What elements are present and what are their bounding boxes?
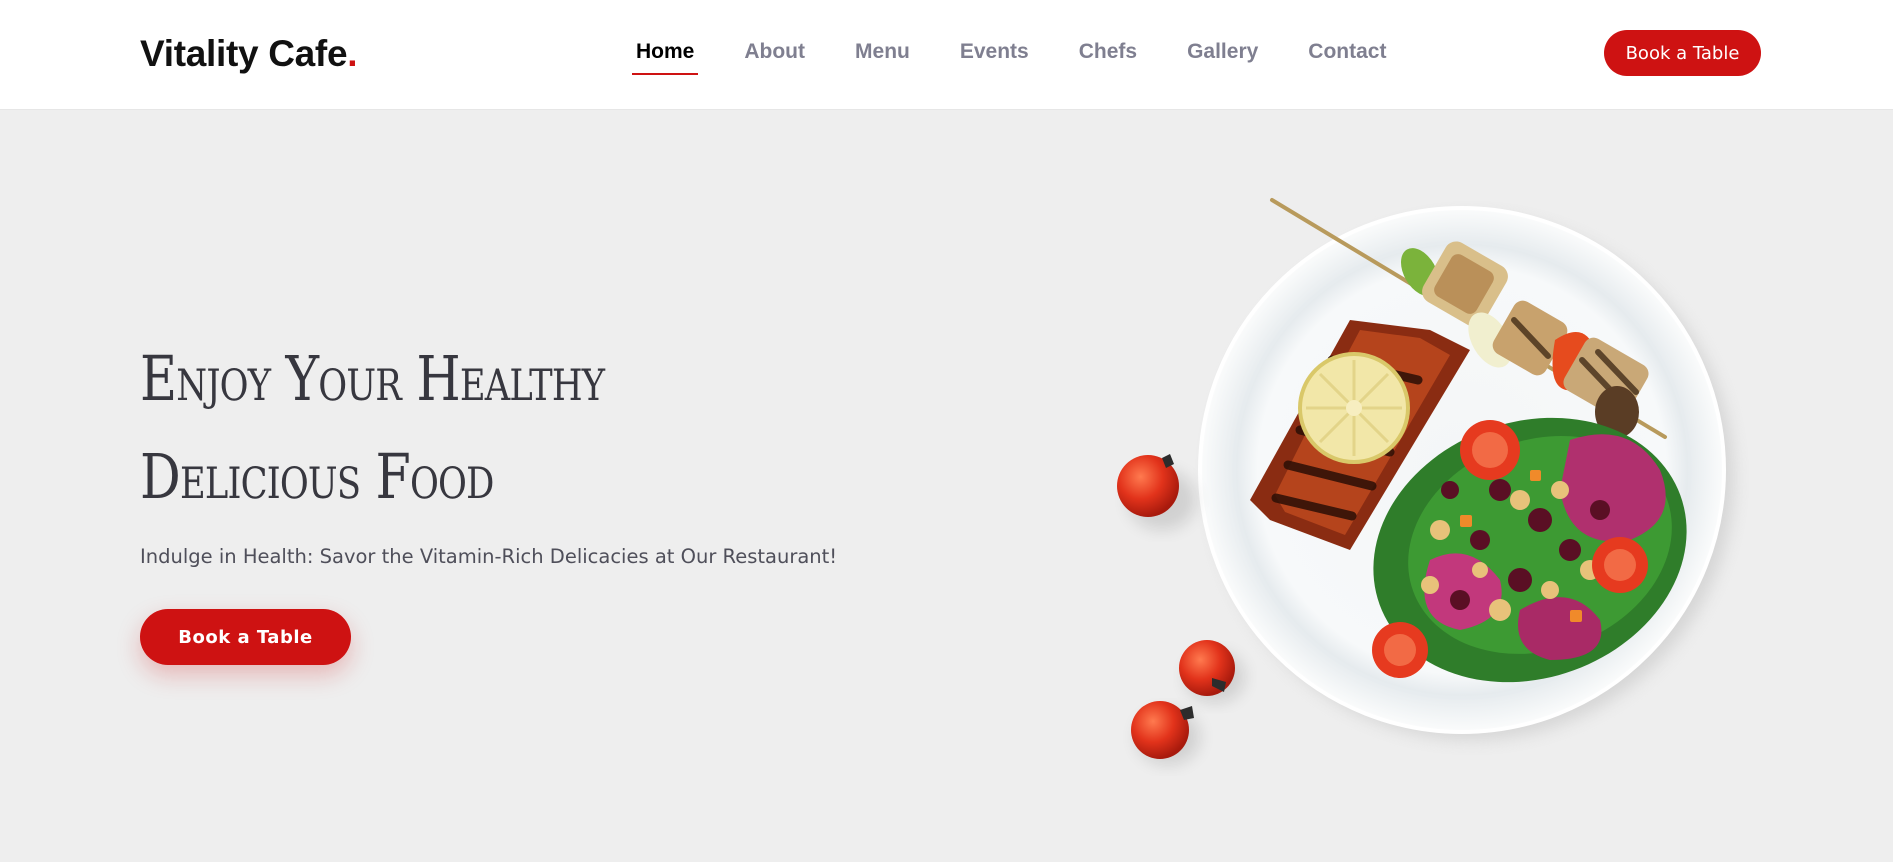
site-header: Vitality Cafe. Home About Menu Events Ch… <box>0 0 1893 110</box>
book-table-hero-button[interactable]: Book a Table <box>140 609 351 665</box>
logo-dot: . <box>347 33 358 74</box>
hero-food-image <box>1117 198 1734 765</box>
nav-item-menu[interactable]: Menu <box>851 38 914 66</box>
main-nav: Home About Menu Events Chefs Gallery Con… <box>632 38 1432 78</box>
logo-text: Vitality Cafe <box>140 33 348 74</box>
lemon-slice <box>1298 352 1410 464</box>
nav-item-chefs[interactable]: Chefs <box>1075 38 1141 66</box>
nav-item-events[interactable]: Events <box>956 38 1033 66</box>
cherry-tomato-icon <box>1131 701 1200 765</box>
hero-title-line1: Enjoy Your Healthy <box>140 342 605 415</box>
cherry-tomato-icon <box>1179 640 1245 703</box>
hero-title: Enjoy Your Healthy Delicious Food <box>140 330 714 526</box>
logo[interactable]: Vitality Cafe. <box>140 32 358 76</box>
cherry-tomato-icon <box>1117 454 1196 530</box>
hero-title-line2: Delicious Food <box>140 440 494 513</box>
nav-item-gallery[interactable]: Gallery <box>1183 38 1262 66</box>
nav-item-about[interactable]: About <box>740 38 809 66</box>
book-table-header-button[interactable]: Book a Table <box>1604 30 1761 76</box>
nav-item-contact[interactable]: Contact <box>1304 38 1390 66</box>
hero-subtitle: Indulge in Health: Savor the Vitamin-Ric… <box>140 545 838 568</box>
nav-item-home[interactable]: Home <box>632 38 699 75</box>
